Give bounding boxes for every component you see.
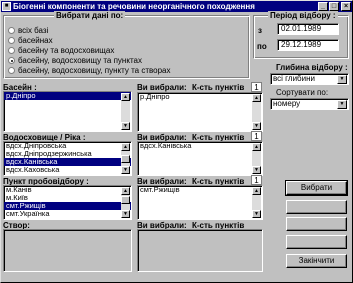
window-title: Біогенні компоненти та речовини неоргані… — [13, 2, 255, 11]
radio-option-basins[interactable]: басейнах — [8, 36, 248, 46]
list-item[interactable]: смт.Українка — [4, 210, 131, 218]
sampling-point-count: 1 — [251, 175, 262, 185]
dropdown-arrow-icon[interactable]: ▼ — [337, 100, 347, 109]
list-item[interactable]: р.Дніпро — [138, 93, 262, 101]
period-to-field[interactable]: 29.12.1989 — [277, 39, 339, 51]
scroll-up-arrow[interactable]: ▲ — [121, 93, 130, 101]
select-button[interactable]: Вибрати — [285, 180, 348, 196]
disabled-button-1[interactable] — [286, 200, 347, 214]
period-group — [253, 15, 349, 59]
reservoir-list[interactable]: вдсх.Дніпровська вдсх.Дніпродзержинська … — [3, 141, 132, 176]
period-to-label: по — [257, 42, 267, 51]
sampling-point-scrollbar[interactable]: ▲ ▼ — [121, 187, 130, 218]
period-from-label: з — [258, 26, 262, 35]
scroll-down-arrow[interactable]: ▼ — [252, 166, 261, 174]
app-icon[interactable]: ■ — [2, 2, 11, 11]
basin-chosen-list[interactable]: р.Дніпро ▲ ▼ — [137, 92, 263, 132]
scroll-up-arrow[interactable]: ▲ — [252, 94, 261, 102]
scroll-up-arrow[interactable]: ▲ — [121, 187, 130, 195]
list-item[interactable]: р.Дніпро — [4, 92, 131, 100]
depth-title: Глибина відбору : — [276, 63, 348, 72]
reservoir-count: 1 — [251, 131, 262, 141]
close-button[interactable]: × — [341, 2, 351, 11]
list-item[interactable]: вдсх.Каховська — [4, 166, 131, 174]
disabled-button-3[interactable] — [286, 235, 347, 249]
maximize-button[interactable]: □ — [329, 2, 339, 11]
reservoir-chosen-scrollbar[interactable]: ▲ ▼ — [252, 143, 261, 174]
depth-select[interactable]: всі глибини ▼ — [270, 73, 349, 85]
sampling-point-list[interactable]: м.Канів м.Київ смт.Ржищів смт.Українка ▲… — [3, 185, 132, 220]
list-item[interactable]: смт.Ржищів — [138, 186, 262, 194]
scroll-down-arrow[interactable]: ▼ — [121, 210, 130, 218]
radio-button[interactable] — [8, 67, 15, 74]
list-item[interactable]: вдсх.Канівська — [138, 142, 262, 150]
scroll-up-arrow[interactable]: ▲ — [252, 187, 261, 195]
selection-options: всіх базі басейнах басейну та водосховищ… — [8, 26, 248, 76]
selection-group-title: Вибрати дані по: — [54, 11, 126, 20]
section-list[interactable] — [3, 229, 132, 272]
radio-button-selected[interactable] — [8, 57, 15, 64]
sampling-point-chosen-list[interactable]: смт.Ржищів ▲ ▼ — [137, 185, 263, 220]
basin-list[interactable]: р.Дніпро ▲ ▼ — [3, 91, 132, 132]
period-title: Період відбору : — [268, 11, 338, 20]
disabled-button-2[interactable] — [286, 217, 347, 231]
scroll-down-arrow[interactable]: ▼ — [252, 122, 261, 130]
period-from-field[interactable]: 02.01.1989 — [277, 23, 339, 35]
radio-option-basin-reservoirs[interactable]: басейну та водосховищах — [8, 46, 248, 56]
sort-select[interactable]: номеру ▼ — [270, 98, 349, 110]
radio-button[interactable] — [8, 27, 15, 34]
scroll-thumb[interactable] — [121, 196, 130, 204]
minimize-button[interactable]: _ — [318, 2, 328, 11]
radio-option-basin-reservoir-points[interactable]: басейну, водосховищу та пунктах — [8, 56, 248, 66]
reservoir-scrollbar[interactable]: ▲ ▼ — [121, 143, 130, 174]
sort-label: Сортувати по: — [276, 88, 329, 97]
section-chosen-list[interactable] — [137, 229, 263, 272]
basin-chosen-label: Ви вибрали: — [137, 83, 187, 92]
scroll-up-arrow[interactable]: ▲ — [252, 143, 261, 151]
depth-value: всі глибини — [273, 74, 315, 83]
radio-button[interactable] — [8, 37, 15, 44]
radio-option-basin-reservoir-point-sections[interactable]: басейну, водосховищу, пункту та створах — [8, 66, 248, 76]
dropdown-arrow-icon[interactable]: ▼ — [337, 75, 347, 84]
scroll-up-arrow[interactable]: ▲ — [121, 143, 130, 151]
radio-button[interactable] — [8, 47, 15, 54]
basin-scrollbar[interactable]: ▲ ▼ — [121, 93, 130, 130]
sort-value: номеру — [273, 99, 301, 108]
reservoir-chosen-list[interactable]: вдсх.Канівська ▲ ▼ — [137, 141, 263, 176]
basin-count: 1 — [251, 82, 262, 92]
sampling-point-chosen-scrollbar[interactable]: ▲ ▼ — [252, 187, 261, 218]
scroll-down-arrow[interactable]: ▼ — [252, 210, 261, 218]
basin-count-label: К-сть пунктів — [192, 83, 245, 92]
scroll-down-arrow[interactable]: ▼ — [121, 122, 130, 130]
scroll-thumb[interactable] — [121, 155, 130, 163]
basin-chosen-scrollbar[interactable]: ▲ ▼ — [252, 94, 261, 130]
finish-button[interactable]: Закінчити — [286, 254, 347, 268]
radio-option-all[interactable]: всіх базі — [8, 26, 248, 36]
scroll-down-arrow[interactable]: ▼ — [121, 166, 130, 174]
